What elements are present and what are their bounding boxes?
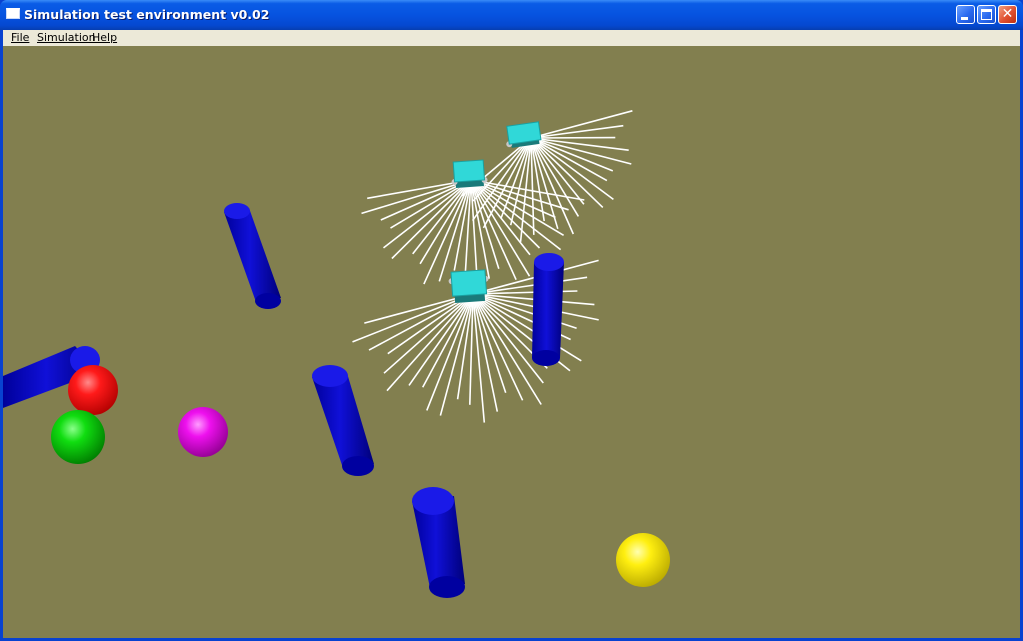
- title-bar[interactable]: Simulation test environment v0.02 ✕: [0, 0, 1023, 30]
- green-ball[interactable]: [51, 410, 105, 464]
- cylinder-2[interactable]: [532, 253, 564, 366]
- cylinder-1[interactable]: [224, 203, 281, 309]
- sensor-ray: [530, 124, 624, 139]
- maximize-icon: [981, 9, 992, 20]
- app-window: Simulation test environment v0.02 ✕ File…: [0, 0, 1023, 641]
- minimize-icon: [961, 17, 968, 20]
- sensor-ray: [426, 293, 474, 411]
- cylinder-4[interactable]: [412, 487, 465, 598]
- window-icon[interactable]: [6, 8, 20, 19]
- sensor-ray: [423, 179, 472, 285]
- sensor-ray: [408, 293, 474, 386]
- magenta-ball[interactable]: [178, 407, 228, 457]
- maximize-button[interactable]: [977, 5, 996, 24]
- sensor-ray: [383, 179, 472, 249]
- minimize-button[interactable]: [956, 5, 975, 24]
- menu-file[interactable]: File: [8, 31, 32, 45]
- sensor-ray: [472, 293, 499, 412]
- sensor-ray: [530, 110, 633, 139]
- sensor-ray: [530, 137, 632, 165]
- menu-help[interactable]: Help: [89, 31, 120, 45]
- scene-canvas[interactable]: [3, 46, 1020, 638]
- cylinder-3[interactable]: [312, 365, 374, 476]
- window-title: Simulation test environment v0.02: [24, 7, 270, 22]
- robot-1-sensor-rays: [461, 110, 633, 242]
- simulation-viewport[interactable]: [3, 46, 1020, 638]
- close-button[interactable]: ✕: [998, 5, 1017, 24]
- sensor-ray: [352, 293, 474, 343]
- red-ball[interactable]: [68, 365, 118, 415]
- robot-2[interactable]: [450, 159, 488, 188]
- yellow-ball[interactable]: [616, 533, 670, 587]
- menu-bar: File Simulation Help: [3, 30, 1020, 46]
- close-icon: ✕: [1001, 6, 1014, 22]
